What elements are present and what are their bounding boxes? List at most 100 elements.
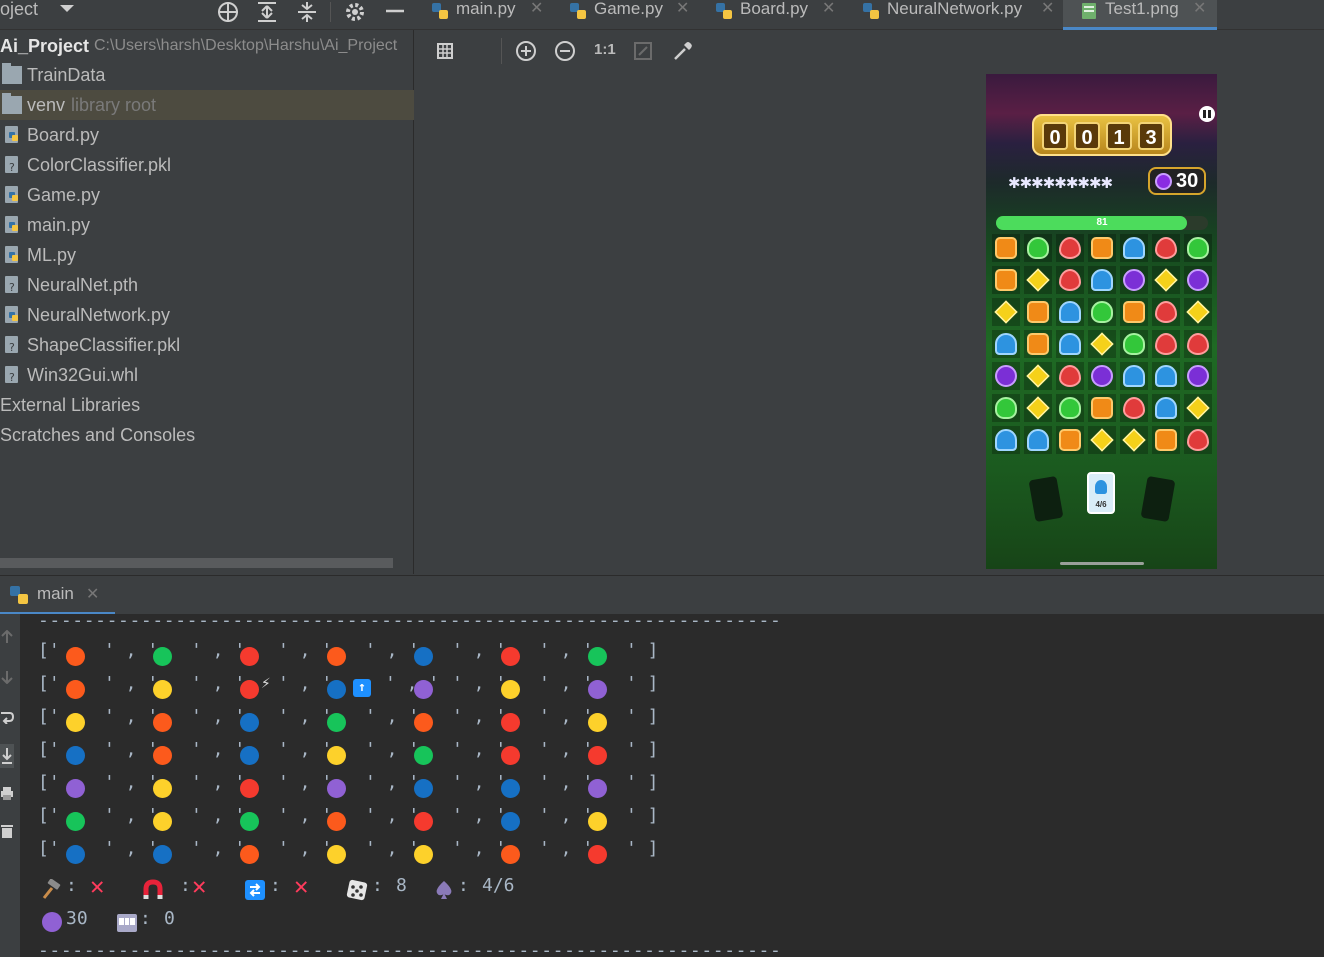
orange-gem-icon (1123, 301, 1145, 323)
board-cell (1184, 330, 1212, 358)
tree-item-game-py[interactable]: Game.py (0, 180, 414, 210)
expand-all-icon[interactable] (255, 0, 279, 24)
board-cell (1056, 234, 1084, 262)
color-picker-icon[interactable] (671, 39, 695, 63)
color-dot (588, 647, 607, 666)
print-icon[interactable] (0, 786, 14, 800)
zoom-in-icon[interactable] (514, 39, 538, 63)
color-dot (66, 680, 85, 699)
color-dot (327, 812, 346, 831)
purple-gem-icon (42, 912, 62, 932)
blue-gem-icon (995, 333, 1017, 355)
list-open-bracket: [' (38, 640, 60, 661)
console-output[interactable]: ----------------------------------------… (20, 610, 1324, 957)
gem-stats-line: 30 : 0 (40, 908, 240, 938)
tree-item-external-libraries[interactable]: External Libraries (0, 390, 414, 420)
yellow-gem-icon (1090, 332, 1114, 356)
close-icon[interactable]: ✕ (676, 0, 689, 20)
red-gem-icon (1155, 237, 1177, 259)
board-cell (1088, 330, 1116, 358)
image-canvas[interactable]: 0 0 1 3 ✱✱✱✱✱✱✱✱✱ 30 81 4/6 (415, 72, 1324, 574)
arrow-down-icon[interactable] (0, 670, 14, 684)
red-gem-icon (1155, 333, 1177, 355)
tree-item-neuralnetwork-py[interactable]: NeuralNetwork.py (0, 300, 414, 330)
gear-icon[interactable] (343, 0, 367, 24)
tree-item-ml-py[interactable]: ML.py (0, 240, 414, 270)
horizontal-scrollbar[interactable] (0, 558, 393, 568)
tree-item-colorclassifier-pkl[interactable]: ? ColorClassifier.pkl (0, 150, 414, 180)
list-separator: ' , ' (191, 772, 246, 793)
tab-game-py[interactable]: Game.py ✕ (568, 0, 708, 30)
list-separator: ' , ' (365, 640, 420, 661)
tab-main-py[interactable]: main.py ✕ (430, 0, 560, 30)
purple-gem-icon (1187, 365, 1209, 387)
color-dot (240, 647, 259, 666)
project-view-dropdown[interactable]: oject (0, 0, 80, 28)
colon: : (66, 875, 77, 896)
folder-icon (2, 63, 22, 84)
close-icon[interactable]: ✕ (530, 0, 543, 20)
project-tool-window: Ai_Project C:\Users\harsh\Desktop\Harshu… (0, 30, 414, 574)
close-icon[interactable]: ✕ (822, 0, 835, 20)
list-separator: ' , ' (452, 706, 507, 727)
green-gem-icon (1187, 237, 1209, 259)
purple-gem-icon (1155, 173, 1172, 190)
tree-item-label: ColorClassifier.pkl (27, 155, 172, 175)
tree-item-neuralnet-pth[interactable]: ? NeuralNet.pth (0, 270, 414, 300)
powerup-stats-line: : ✕ : ✕ : ✕ : 8 : 4/6 (40, 872, 560, 905)
close-icon[interactable]: ✕ (1041, 0, 1054, 20)
soft-wrap-icon[interactable] (0, 710, 14, 724)
card-back (1028, 475, 1064, 523)
score-digit: 0 (1074, 122, 1100, 150)
gem-value: 30 (66, 908, 88, 929)
color-dot (414, 713, 433, 732)
color-dot (588, 746, 607, 765)
tab-neuralnetwork-py[interactable]: NeuralNetwork.py ✕ (861, 0, 1057, 30)
tree-item-sublabel: library root (71, 95, 157, 115)
gem-count-value: 30 (1176, 170, 1199, 192)
list-separator: ' , ' (191, 673, 246, 694)
green-gem-icon (1027, 237, 1049, 259)
board-cell (1056, 298, 1084, 326)
tree-item-main-py[interactable]: main.py (0, 210, 414, 240)
color-dot (414, 647, 433, 666)
color-dot (153, 779, 172, 798)
color-dot (66, 779, 85, 798)
close-icon[interactable]: ✕ (1193, 0, 1206, 20)
board-cell (1184, 266, 1212, 294)
tab-test1-png[interactable]: Test1.png ✕ (1063, 0, 1217, 30)
color-dot (501, 647, 520, 666)
tree-item-traindata[interactable]: TrainData (0, 60, 414, 90)
board-cell (1024, 362, 1052, 390)
color-dot (66, 713, 85, 732)
close-icon[interactable]: ✕ (86, 584, 99, 604)
run-toolbar (0, 614, 20, 957)
color-dot (240, 845, 259, 864)
board-cell (1120, 330, 1148, 358)
list-open-bracket: [' (38, 673, 60, 694)
tree-item-scratches[interactable]: Scratches and Consoles (0, 420, 414, 450)
background-grid-icon[interactable] (433, 39, 457, 63)
tree-item-venv[interactable]: venv library root (0, 90, 414, 120)
board-row-output: [' ' , ' ' , ' ' , ' ' , ' ' , ' ' , ' ' ] (38, 739, 678, 769)
tree-item-board-py[interactable]: Board.py (0, 120, 414, 150)
project-root-row[interactable]: Ai_Project C:\Users\harsh\Desktop\Harshu… (0, 32, 414, 60)
arrow-up-icon[interactable] (0, 630, 14, 644)
hide-panel-icon[interactable] (383, 0, 407, 24)
tree-item-win32gui-whl[interactable]: ? Win32Gui.whl (0, 360, 414, 390)
scroll-to-end-icon[interactable] (0, 744, 14, 768)
list-close-bracket: ' ] (626, 838, 659, 859)
zoom-out-icon[interactable] (553, 39, 577, 63)
card-area: 4/6 (986, 472, 1217, 532)
color-dot (153, 647, 172, 666)
list-close-bracket: ' ] (626, 640, 659, 661)
board-cell (992, 234, 1020, 262)
fit-zoom-icon[interactable] (631, 39, 655, 63)
trash-icon[interactable] (0, 824, 14, 838)
tab-board-py[interactable]: Board.py ✕ (714, 0, 854, 30)
locate-icon[interactable] (216, 0, 240, 24)
collapse-all-icon[interactable] (295, 0, 319, 24)
tree-item-shapeclassifier-pkl[interactable]: ? ShapeClassifier.pkl (0, 330, 414, 360)
gem-board (992, 234, 1216, 458)
actual-size-button[interactable]: 1:1 (594, 41, 616, 58)
